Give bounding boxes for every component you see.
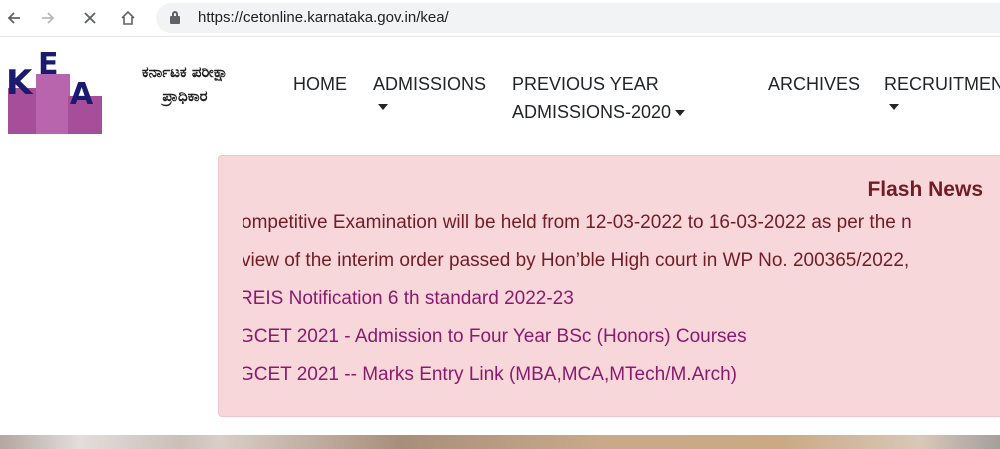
nav-recruitment[interactable]: RECRUITMEN [884,70,1000,110]
flash-news-panel: Flash News ompetitive Examination will b… [218,155,1000,417]
org-name-line1: ಕರ್ನಾಟಕ ಪರೀಕ್ಷಾ [141,63,229,81]
news-item[interactable]: GCET 2021 - Admission to Four Year BSc (… [243,326,747,348]
hero-banner-image [0,435,1000,449]
news-ticker: ompetitive Examination will be held from… [243,212,1000,402]
nav-previous-year[interactable]: PREVIOUS YEAR ADMISSIONS-2020 [512,70,686,126]
news-item[interactable]: REIS Notification 6 th standard 2022-23 [243,288,574,310]
svg-text:E: E [38,52,59,82]
flash-news-title: Flash News [867,178,983,201]
home-icon[interactable] [116,6,140,30]
nav-home-label: HOME [293,74,347,94]
nav-admissions[interactable]: ADMISSIONS [373,70,486,110]
chevron-down-icon [378,104,388,110]
lock-icon [170,11,180,24]
svg-text:A: A [70,77,94,112]
svg-text:K: K [8,63,34,103]
nav-archives-label: ARCHIVES [768,74,861,94]
nav-archives[interactable]: ARCHIVES [768,70,860,98]
url-text[interactable]: https://cetonline.karnataka.gov.in/kea/ [198,9,449,26]
nav-recruitment-label: RECRUITMEN [884,74,1000,94]
news-item[interactable]: ompetitive Examination will be held from… [243,212,912,234]
chevron-down-icon [889,104,899,110]
news-item[interactable]: GCET 2021 -- Marks Entry Link (MBA,MCA,M… [243,364,737,386]
nav-admissions-label: ADMISSIONS [373,74,487,94]
org-name: ಕರ್ನಾಟಕ ಪರೀಕ್ಷಾ ಪ್ರಾಧಿಕಾರ [110,60,260,108]
chevron-down-icon [675,110,686,117]
nav-previous-label-2: ADMISSIONS-2020 [512,102,672,122]
close-icon[interactable] [78,6,102,30]
forward-arrow-icon[interactable] [36,6,60,30]
browser-toolbar: https://cetonline.karnataka.gov.in/kea/ [0,0,1000,37]
nav-previous-label-1: PREVIOUS YEAR [512,74,659,94]
kea-logo[interactable]: K E A [6,47,102,134]
back-arrow-icon[interactable] [2,6,26,30]
nav-home[interactable]: HOME [293,70,347,98]
org-name-line2: ಪ್ರಾಧಿಕಾರ [162,87,208,105]
address-bar[interactable]: https://cetonline.karnataka.gov.in/kea/ [156,3,1000,33]
news-item[interactable]: view of the interim order passed by Hon’… [243,250,909,272]
